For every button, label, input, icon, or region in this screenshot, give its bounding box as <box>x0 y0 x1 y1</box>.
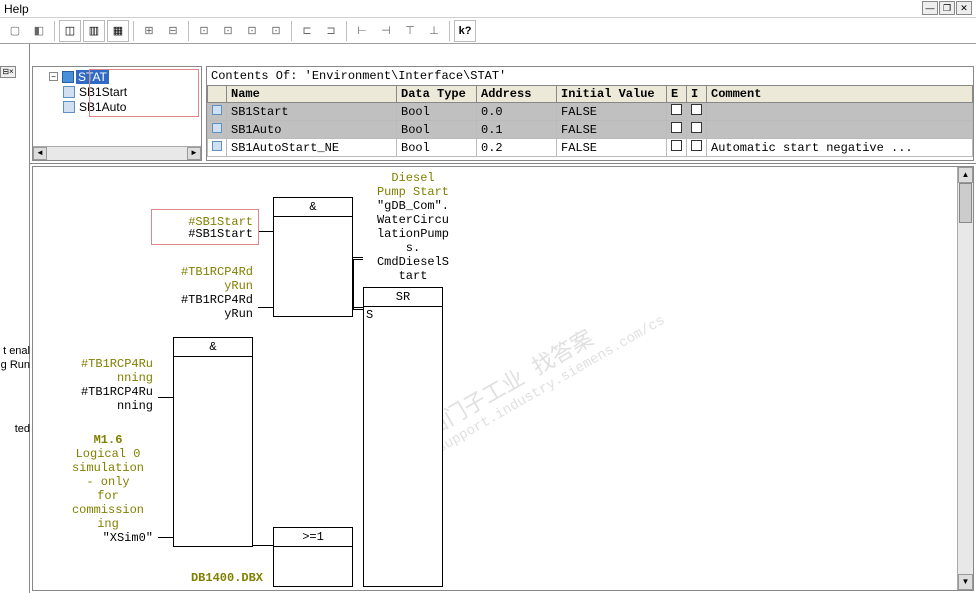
tb-view-1[interactable]: ◫ <box>59 20 81 42</box>
cell-datatype[interactable]: Bool <box>397 121 477 139</box>
tb-view-3[interactable]: ▦ <box>107 20 129 42</box>
toolbar: ▢ ◧ ◫ ▥ ▦ ⊞ ⊟ ⊡ ⊡ ⊡ ⊡ ⊏ ⊐ ⊢ ⊣ ⊤ ⊥ k? <box>0 18 976 44</box>
tb1rcp-run-symbol: #TB1RCP4Ru nning <box>53 357 153 385</box>
tb-btn-8[interactable]: ⊡ <box>265 20 287 42</box>
cell-name[interactable]: SB1Start <box>227 103 397 121</box>
table-row[interactable]: SB1AutoStart_NEBool0.2FALSE Automatic sta… <box>208 139 973 157</box>
tree-item[interactable]: SB1Start <box>37 84 197 99</box>
tb-btn-2[interactable]: ◧ <box>28 20 50 42</box>
col-i: I <box>687 86 707 103</box>
tb-btn-14[interactable]: ⊥ <box>423 20 445 42</box>
var-icon <box>212 123 222 133</box>
var-icon <box>212 105 222 115</box>
cell-initial[interactable]: FALSE <box>557 121 667 139</box>
dock-handle[interactable]: ⊟× <box>0 66 16 78</box>
tb1rcp-ready-symbol: #TB1RCP4Rd yRun <box>153 265 253 293</box>
truncated-labels: t enal g Run ted <box>0 344 30 436</box>
cell-comment[interactable] <box>707 121 973 139</box>
var-icon <box>63 101 75 113</box>
table-row[interactable]: SB1StartBool0.0FALSE <box>208 103 973 121</box>
table-row[interactable]: SB1AutoBool0.1FALSE <box>208 121 973 139</box>
window-controls: — ❐ ✕ <box>922 1 972 15</box>
menubar: Help <box>0 0 976 18</box>
var-icon <box>212 141 222 151</box>
variable-table-pane: Contents Of: 'Environment\Interface\STAT… <box>206 66 974 161</box>
cell-datatype[interactable]: Bool <box>397 103 477 121</box>
tb-btn-9[interactable]: ⊏ <box>296 20 318 42</box>
editor-vscroll[interactable]: ▲ ▼ <box>957 167 973 590</box>
cell-initial[interactable]: FALSE <box>557 103 667 121</box>
tb-btn-13[interactable]: ⊤ <box>399 20 421 42</box>
cell-name[interactable]: SB1AutoStart_NE <box>227 139 397 157</box>
cell-comment[interactable] <box>707 103 973 121</box>
contents-path: Contents Of: 'Environment\Interface\STAT… <box>207 67 973 85</box>
menu-help[interactable]: Help <box>4 2 29 16</box>
tree-hscroll[interactable]: ◄► <box>33 146 201 160</box>
m16-title: M1.6 <box>63 433 153 447</box>
var-icon <box>63 86 75 98</box>
close-button[interactable]: ✕ <box>956 1 972 15</box>
checkbox-e[interactable] <box>671 104 682 115</box>
watermark: 西门子工业 找答案 support.industry.siemens.com/c… <box>418 285 668 457</box>
diesel-body: "gDB_Com". WaterCircu lationPump s. CmdD… <box>363 199 463 283</box>
checkbox-i[interactable] <box>691 122 702 133</box>
checkbox-e[interactable] <box>671 140 682 151</box>
tb-btn-12[interactable]: ⊣ <box>375 20 397 42</box>
folder-icon <box>62 71 74 83</box>
tree-root[interactable]: − STAT <box>37 69 197 84</box>
col-datatype: Data Type <box>397 86 477 103</box>
cell-initial[interactable]: FALSE <box>557 139 667 157</box>
col-address: Address <box>477 86 557 103</box>
cell-comment[interactable]: Automatic start negative ... <box>707 139 973 157</box>
checkbox-i[interactable] <box>691 140 702 151</box>
diesel-title: Diesel Pump Start <box>363 171 463 199</box>
col-e: E <box>667 86 687 103</box>
col-comment: Comment <box>707 86 973 103</box>
m16-desc: Logical 0 simulation - only for commissi… <box>63 447 153 531</box>
or-gate[interactable]: >=1 <box>273 527 353 587</box>
tree-item[interactable]: SB1Auto <box>37 99 197 114</box>
tb-btn-10[interactable]: ⊐ <box>320 20 342 42</box>
interface-tree[interactable]: − STAT SB1Start SB1Auto <box>32 66 202 161</box>
table-header-row: Name Data Type Address Initial Value E I… <box>208 86 973 103</box>
tb-btn-4[interactable]: ⊟ <box>162 20 184 42</box>
tb1rcp-ready-var: #TB1RCP4Rd yRun <box>153 293 253 321</box>
fbd-editor[interactable]: 西门子工业 找答案 support.industry.siemens.com/c… <box>32 166 974 591</box>
cell-address[interactable]: 0.1 <box>477 121 557 139</box>
tb-btn-1[interactable]: ▢ <box>4 20 26 42</box>
db1400-label: DB1400.DBX <box>153 571 263 585</box>
cell-address[interactable]: 0.2 <box>477 139 557 157</box>
col-initial: Initial Value <box>557 86 667 103</box>
tree-collapse-icon[interactable]: − <box>49 72 58 81</box>
cell-datatype[interactable]: Bool <box>397 139 477 157</box>
sr-flipflop[interactable]: SR S <box>363 287 443 587</box>
tb-btn-7[interactable]: ⊡ <box>241 20 263 42</box>
and-gate-1[interactable]: & <box>273 197 353 317</box>
restore-button[interactable]: ❐ <box>939 1 955 15</box>
cell-address[interactable]: 0.0 <box>477 103 557 121</box>
xsim0-var: "XSim0" <box>63 531 153 545</box>
checkbox-i[interactable] <box>691 104 702 115</box>
col-name: Name <box>227 86 397 103</box>
scroll-thumb[interactable] <box>959 183 972 223</box>
tb-btn-5[interactable]: ⊡ <box>193 20 215 42</box>
scroll-down-icon[interactable]: ▼ <box>958 574 973 590</box>
and-gate-2[interactable]: & <box>173 337 253 547</box>
scroll-up-icon[interactable]: ▲ <box>958 167 973 183</box>
checkbox-e[interactable] <box>671 122 682 133</box>
minimize-button[interactable]: — <box>922 1 938 15</box>
tb-btn-3[interactable]: ⊞ <box>138 20 160 42</box>
tb-btn-11[interactable]: ⊢ <box>351 20 373 42</box>
sr-s-label: S <box>366 308 373 322</box>
sb1start-var: #SB1Start <box>163 227 253 241</box>
left-dock: ⊟× t enal g Run ted <box>0 44 30 593</box>
tb-help-icon[interactable]: k? <box>454 20 476 42</box>
variable-table[interactable]: Name Data Type Address Initial Value E I… <box>207 85 973 157</box>
cell-name[interactable]: SB1Auto <box>227 121 397 139</box>
tb-btn-6[interactable]: ⊡ <box>217 20 239 42</box>
tb-view-2[interactable]: ▥ <box>83 20 105 42</box>
tb1rcp-run-var: #TB1RCP4Ru nning <box>53 385 153 413</box>
